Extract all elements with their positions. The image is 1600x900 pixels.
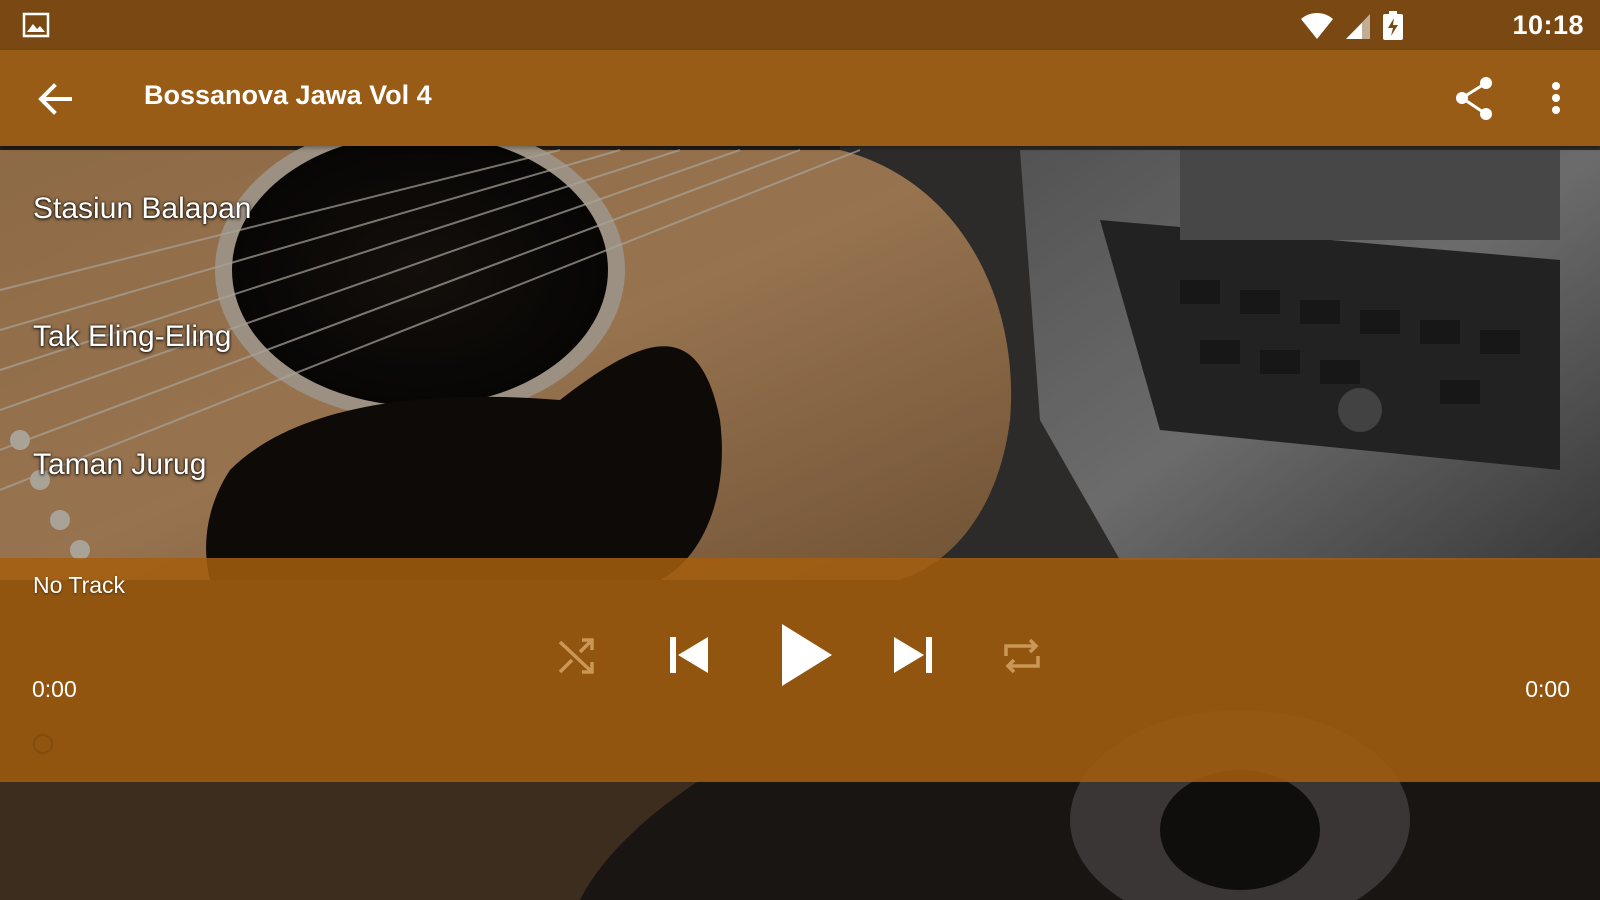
list-item[interactable]: Stasiun Balapan (0, 146, 1600, 274)
elapsed-time: 0:00 (32, 676, 77, 702)
track-title: Taman Jurug (33, 448, 207, 481)
status-clock: 10:18 (1512, 10, 1584, 40)
skip-previous-icon[interactable] (664, 630, 714, 680)
total-time: 0:00 (1525, 676, 1570, 702)
share-icon[interactable] (1450, 74, 1500, 124)
play-icon[interactable] (774, 620, 838, 690)
list-item[interactable]: Taman Jurug (0, 402, 1600, 530)
list-item[interactable]: Tak Eling-Eling (0, 274, 1600, 402)
now-playing-label: No Track (33, 572, 126, 598)
more-vert-icon[interactable] (1536, 74, 1576, 124)
app-toolbar: Bossanova Jawa Vol 4 (0, 50, 1600, 146)
arrow-back-icon[interactable] (30, 74, 80, 124)
status-icons (1300, 11, 1404, 40)
gallery-notification-icon (22, 12, 50, 38)
status-bar: 10:18 (0, 0, 1600, 50)
track-list: Stasiun Balapan Tak Eling-Eling Taman Ju… (0, 146, 1600, 558)
cell-signal-icon (1346, 14, 1370, 39)
track-title: Tak Eling-Eling (33, 320, 232, 353)
battery-charging-icon (1383, 11, 1403, 40)
repeat-icon[interactable] (1000, 634, 1044, 678)
shuffle-icon[interactable] (554, 634, 598, 678)
skip-next-icon[interactable] (888, 630, 938, 680)
player-panel: No Track 0:00 0:00 (0, 558, 1600, 782)
track-title: Stasiun Balapan (33, 192, 252, 225)
page-title: Bossanova Jawa Vol 4 (144, 80, 432, 110)
seek-bar-thumb[interactable] (33, 734, 53, 754)
wifi-icon (1301, 13, 1333, 39)
